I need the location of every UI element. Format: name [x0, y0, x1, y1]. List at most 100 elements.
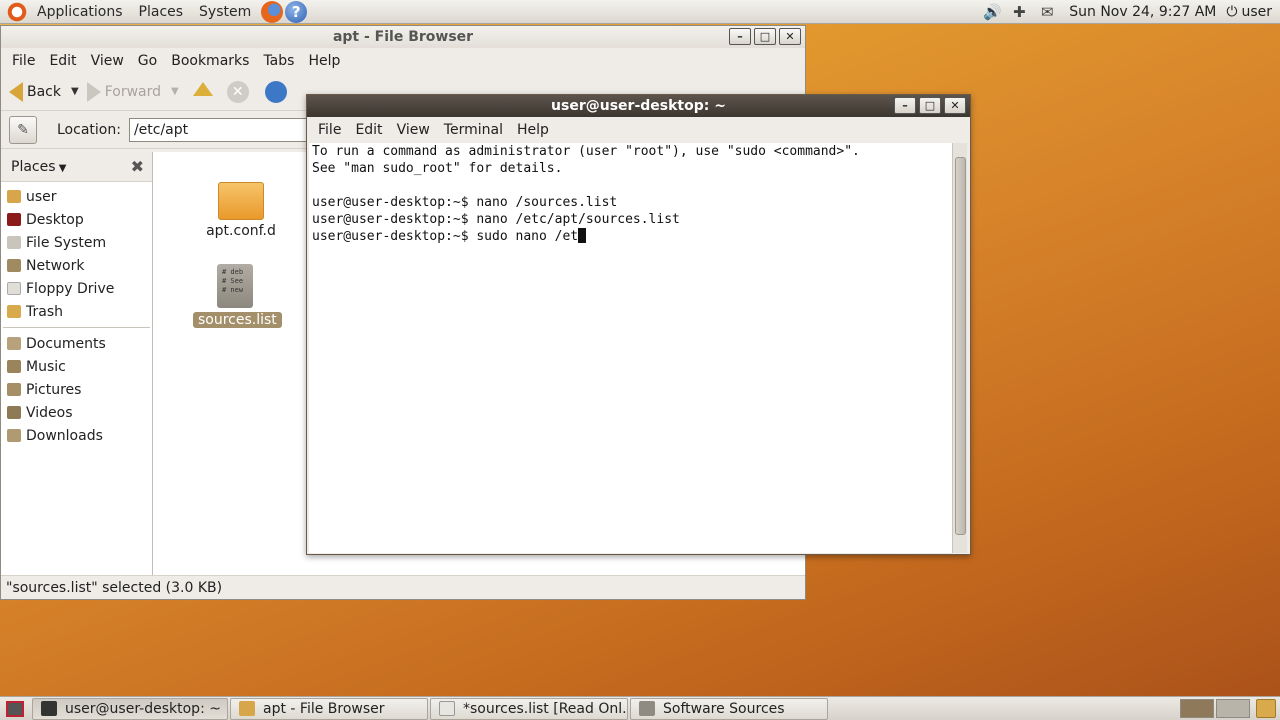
menu-go[interactable]: Go	[131, 53, 164, 69]
sidebar-item-pictures[interactable]: Pictures	[1, 378, 152, 401]
task-label: Software Sources	[663, 700, 785, 717]
text-file-icon: # deb # See # new	[217, 264, 253, 308]
menu-tabs[interactable]: Tabs	[256, 53, 301, 69]
close-button[interactable]: ✕	[779, 28, 801, 45]
text-cursor	[578, 228, 587, 243]
show-desktop-icon[interactable]	[6, 700, 24, 717]
forward-arrow-icon	[86, 81, 101, 102]
places-menu[interactable]: Places	[131, 0, 192, 24]
toggle-location-entry-icon[interactable]: ✎	[9, 115, 37, 144]
sidebar-item-network[interactable]: Network	[1, 254, 152, 277]
trash-icon	[7, 305, 21, 318]
menu-edit[interactable]: Edit	[348, 122, 389, 138]
terminal-current-input: user@user-desktop:~$ sudo nano /et	[312, 229, 579, 244]
up-icon[interactable]	[192, 81, 213, 96]
terminal-output[interactable]: To run a command as administrator (user …	[309, 143, 953, 553]
terminal-line: user@user-desktop:~$ nano /etc/apt/sourc…	[312, 212, 680, 227]
terminal-line: See "man sudo_root" for details.	[312, 161, 563, 176]
software-sources-icon	[639, 701, 655, 716]
user-name: user	[1241, 4, 1272, 20]
task-file-browser[interactable]: apt - File Browser	[230, 697, 428, 720]
volume-icon[interactable]: 🔊	[983, 3, 1002, 21]
chevron-down-icon: ▼	[55, 162, 67, 174]
desktop-icon	[7, 213, 21, 226]
close-button[interactable]: ✕	[944, 97, 966, 114]
sidebar-item-label: Videos	[26, 404, 73, 421]
sidebar-separator	[3, 327, 150, 328]
drive-icon	[7, 236, 21, 249]
workspace-1[interactable]	[1180, 699, 1214, 718]
bottom-panel: user@user-desktop: ~ apt - File Browser …	[0, 696, 1280, 720]
sidebar-item-file-system[interactable]: File System	[1, 231, 152, 254]
menu-view[interactable]: View	[390, 122, 437, 138]
task-label: *sources.list [Read Onl...	[463, 700, 628, 717]
sidebar-item-videos[interactable]: Videos	[1, 401, 152, 424]
forward-button[interactable]: Forward ▼	[86, 81, 179, 102]
back-button[interactable]: Back ▼	[9, 81, 79, 102]
back-label: Back	[27, 83, 61, 100]
forward-history-dropdown-icon[interactable]: ▼	[171, 86, 179, 97]
minimize-button[interactable]: –	[729, 28, 751, 45]
workspace-2[interactable]	[1216, 699, 1250, 718]
task-text-editor[interactable]: *sources.list [Read Onl...	[430, 697, 628, 720]
applications-menu[interactable]: Applications	[29, 0, 131, 24]
pictures-folder-icon	[7, 383, 21, 396]
network-icon[interactable]: ✚	[1011, 3, 1027, 21]
back-arrow-icon	[9, 81, 23, 102]
stop-icon[interactable]: ✕	[226, 80, 249, 103]
maximize-button[interactable]: □	[919, 97, 941, 114]
help-launcher-icon[interactable]: ?	[285, 0, 308, 23]
forward-label: Forward	[104, 83, 162, 100]
close-sidebar-icon[interactable]: ✖	[131, 157, 144, 176]
location-label: Location:	[57, 121, 121, 138]
minimize-button[interactable]: –	[894, 97, 916, 114]
menu-terminal[interactable]: Terminal	[437, 122, 510, 138]
sidebar-item-trash[interactable]: Trash	[1, 300, 152, 323]
file-browser-titlebar[interactable]: apt - File Browser – □ ✕	[1, 26, 805, 48]
back-history-dropdown-icon[interactable]: ▼	[71, 86, 79, 97]
task-terminal[interactable]: user@user-desktop: ~	[32, 697, 228, 720]
sidebar-item-desktop[interactable]: Desktop	[1, 208, 152, 231]
scrollbar-thumb[interactable]	[955, 157, 966, 535]
clock[interactable]: Sun Nov 24, 9:27 AM	[1061, 4, 1226, 20]
mail-icon[interactable]: ✉	[1039, 3, 1055, 21]
menu-help[interactable]: Help	[510, 122, 556, 138]
maximize-button[interactable]: □	[754, 28, 776, 45]
file-name: sources.list	[193, 312, 282, 328]
sidebar-item-label: Documents	[26, 335, 106, 352]
documents-folder-icon	[7, 337, 21, 350]
sidebar-selector[interactable]: Places ▼	[11, 159, 66, 175]
reload-icon[interactable]	[264, 80, 287, 103]
system-menu[interactable]: System	[191, 0, 259, 24]
terminal-window: user@user-desktop: ~ – □ ✕ File Edit Vie…	[306, 94, 971, 555]
menu-edit[interactable]: Edit	[42, 53, 83, 69]
text-editor-icon	[439, 701, 455, 716]
sidebar-item-user[interactable]: user	[1, 185, 152, 208]
menu-file[interactable]: File	[5, 53, 42, 69]
terminal-titlebar[interactable]: user@user-desktop: ~ – □ ✕	[307, 95, 970, 117]
file-item-selected[interactable]: # deb # See # new sources.list	[193, 264, 282, 328]
menu-help[interactable]: Help	[301, 53, 347, 69]
menu-view[interactable]: View	[84, 53, 131, 69]
sidebar-item-label: Floppy Drive	[26, 280, 115, 297]
task-software-sources[interactable]: Software Sources	[630, 697, 828, 720]
terminal-scrollbar[interactable]	[952, 143, 967, 553]
user-switcher[interactable]: ⏻ user	[1226, 4, 1280, 20]
terminal-prompt-line: user@user-desktop:~$ sudo nano /et	[312, 228, 950, 245]
trash-applet-icon[interactable]	[1256, 699, 1276, 718]
sidebar-item-music[interactable]: Music	[1, 355, 152, 378]
doc-preview-line: # new	[222, 286, 244, 294]
menu-bookmarks[interactable]: Bookmarks	[164, 53, 256, 69]
folder-icon	[239, 701, 255, 716]
status-bar: "sources.list" selected (3.0 KB)	[1, 575, 805, 599]
file-item-folder[interactable]: apt.conf.d	[199, 182, 283, 239]
power-icon: ⏻	[1226, 4, 1238, 20]
sidebar-item-label: Trash	[26, 303, 63, 320]
menu-file[interactable]: File	[311, 122, 348, 138]
task-label: user@user-desktop: ~	[65, 700, 221, 717]
sidebar-item-documents[interactable]: Documents	[1, 332, 152, 355]
sidebar-item-floppy-drive[interactable]: Floppy Drive	[1, 277, 152, 300]
sidebar-item-downloads[interactable]: Downloads	[1, 424, 152, 447]
firefox-launcher-icon[interactable]	[261, 0, 284, 23]
